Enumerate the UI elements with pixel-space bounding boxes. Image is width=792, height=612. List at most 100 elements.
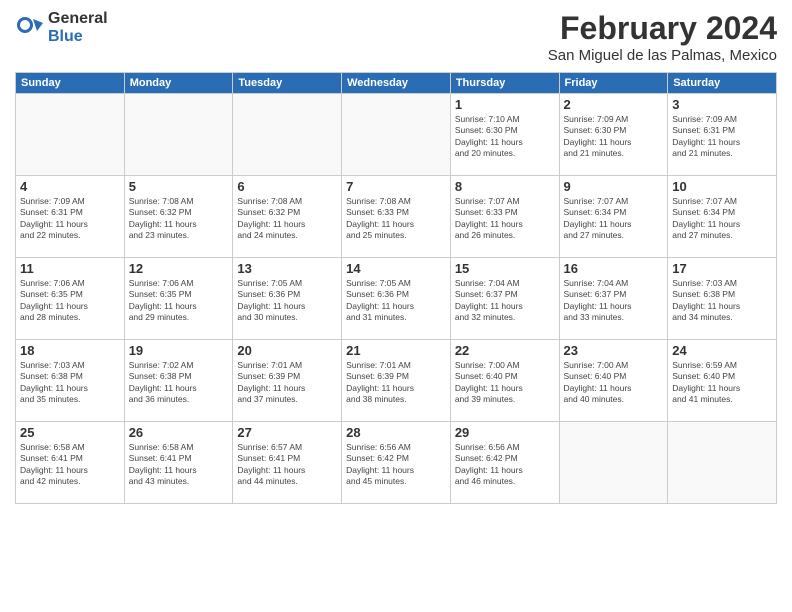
col-header-saturday: Saturday	[668, 73, 777, 94]
day-info: Sunrise: 6:56 AM Sunset: 6:42 PM Dayligh…	[455, 442, 555, 488]
day-info: Sunrise: 6:58 AM Sunset: 6:41 PM Dayligh…	[129, 442, 229, 488]
day-info: Sunrise: 7:09 AM Sunset: 6:31 PM Dayligh…	[20, 196, 120, 242]
day-number: 18	[20, 343, 120, 358]
day-number: 9	[564, 179, 664, 194]
calendar-cell: 12 Sunrise: 7:06 AM Sunset: 6:35 PM Dayli…	[124, 258, 233, 340]
location: San Miguel de las Palmas, Mexico	[548, 47, 777, 64]
day-info: Sunrise: 7:02 AM Sunset: 6:38 PM Dayligh…	[129, 360, 229, 406]
calendar-cell: 15Sunrise: 7:04 AM Sunset: 6:37 PM Dayli…	[450, 258, 559, 340]
day-number: 17	[672, 261, 772, 276]
calendar-cell: 21 Sunrise: 7:01 AM Sunset: 6:39 PM Dayli…	[342, 340, 451, 422]
day-info: Sunrise: 6:56 AM Sunset: 6:42 PM Dayligh…	[346, 442, 446, 488]
title-section: February 2024 San Miguel de las Palmas, …	[548, 10, 777, 64]
day-info: Sunrise: 7:06 AM Sunset: 6:35 PM Dayligh…	[129, 278, 229, 324]
day-number: 19	[129, 343, 229, 358]
calendar-cell: 11 Sunrise: 7:06 AM Sunset: 6:35 PM Dayli…	[16, 258, 125, 340]
calendar-cell	[233, 94, 342, 176]
logo-blue: Blue	[48, 28, 108, 46]
col-header-tuesday: Tuesday	[233, 73, 342, 94]
day-number: 11	[20, 261, 120, 276]
calendar-cell: 20 Sunrise: 7:01 AM Sunset: 6:39 PM Dayli…	[233, 340, 342, 422]
day-number: 25	[20, 425, 120, 440]
col-header-wednesday: Wednesday	[342, 73, 451, 94]
day-info: Sunrise: 7:08 AM Sunset: 6:33 PM Dayligh…	[346, 196, 446, 242]
day-info: Sunrise: 7:06 AM Sunset: 6:35 PM Dayligh…	[20, 278, 120, 324]
day-number: 13	[237, 261, 337, 276]
week-row-4: 25 Sunrise: 6:58 AM Sunset: 6:41 PM Dayli…	[16, 422, 777, 504]
calendar-cell: 24 Sunrise: 6:59 AM Sunset: 6:40 PM Dayli…	[668, 340, 777, 422]
calendar-cell: 23Sunrise: 7:00 AM Sunset: 6:40 PM Dayli…	[559, 340, 668, 422]
day-info: Sunrise: 7:03 AM Sunset: 6:38 PM Dayligh…	[672, 278, 772, 324]
day-number: 16	[564, 261, 664, 276]
day-info: Sunrise: 7:07 AM Sunset: 6:34 PM Dayligh…	[672, 196, 772, 242]
logo-icon	[15, 13, 45, 43]
day-number: 14	[346, 261, 446, 276]
day-number: 27	[237, 425, 337, 440]
calendar-table: SundayMondayTuesdayWednesdayThursdayFrid…	[15, 72, 777, 504]
page: General Blue February 2024 San Miguel de…	[0, 0, 792, 612]
calendar-cell: 28 Sunrise: 6:56 AM Sunset: 6:42 PM Dayli…	[342, 422, 451, 504]
calendar-cell: 14 Sunrise: 7:05 AM Sunset: 6:36 PM Dayli…	[342, 258, 451, 340]
col-header-thursday: Thursday	[450, 73, 559, 94]
calendar-cell: 2 Sunrise: 7:09 AM Sunset: 6:30 PM Daylig…	[559, 94, 668, 176]
calendar-cell: 26 Sunrise: 6:58 AM Sunset: 6:41 PM Dayli…	[124, 422, 233, 504]
day-info: Sunrise: 7:00 AM Sunset: 6:40 PM Dayligh…	[564, 360, 664, 406]
day-number: 15	[455, 261, 555, 276]
calendar-cell: 27 Sunrise: 6:57 AM Sunset: 6:41 PM Dayli…	[233, 422, 342, 504]
calendar-cell: 25 Sunrise: 6:58 AM Sunset: 6:41 PM Dayli…	[16, 422, 125, 504]
day-number: 21	[346, 343, 446, 358]
calendar-cell: 13 Sunrise: 7:05 AM Sunset: 6:36 PM Dayli…	[233, 258, 342, 340]
calendar-cell: 8Sunrise: 7:07 AM Sunset: 6:33 PM Daylig…	[450, 176, 559, 258]
day-number: 29	[455, 425, 555, 440]
logo-text: General Blue	[48, 10, 108, 45]
day-number: 24	[672, 343, 772, 358]
day-info: Sunrise: 7:07 AM Sunset: 6:34 PM Dayligh…	[564, 196, 664, 242]
day-info: Sunrise: 6:59 AM Sunset: 6:40 PM Dayligh…	[672, 360, 772, 406]
day-number: 6	[237, 179, 337, 194]
calendar-cell: 5Sunrise: 7:08 AM Sunset: 6:32 PM Daylig…	[124, 176, 233, 258]
day-number: 8	[455, 179, 555, 194]
col-header-monday: Monday	[124, 73, 233, 94]
calendar-cell: 18Sunrise: 7:03 AM Sunset: 6:38 PM Dayli…	[16, 340, 125, 422]
logo: General Blue	[15, 10, 108, 45]
calendar-cell: 16Sunrise: 7:04 AM Sunset: 6:37 PM Dayli…	[559, 258, 668, 340]
calendar-cell	[342, 94, 451, 176]
day-info: Sunrise: 7:00 AM Sunset: 6:40 PM Dayligh…	[455, 360, 555, 406]
logo-general: General	[48, 10, 108, 28]
day-info: Sunrise: 7:09 AM Sunset: 6:30 PM Dayligh…	[564, 114, 664, 160]
day-number: 12	[129, 261, 229, 276]
calendar-cell	[559, 422, 668, 504]
header: General Blue February 2024 San Miguel de…	[15, 10, 777, 64]
calendar-cell	[16, 94, 125, 176]
week-row-2: 11 Sunrise: 7:06 AM Sunset: 6:35 PM Dayli…	[16, 258, 777, 340]
week-row-0: 1Sunrise: 7:10 AM Sunset: 6:30 PM Daylig…	[16, 94, 777, 176]
calendar-cell: 17 Sunrise: 7:03 AM Sunset: 6:38 PM Dayli…	[668, 258, 777, 340]
day-info: Sunrise: 7:05 AM Sunset: 6:36 PM Dayligh…	[346, 278, 446, 324]
day-number: 2	[564, 97, 664, 112]
day-info: Sunrise: 7:01 AM Sunset: 6:39 PM Dayligh…	[237, 360, 337, 406]
calendar-header-row: SundayMondayTuesdayWednesdayThursdayFrid…	[16, 73, 777, 94]
calendar-cell: 6 Sunrise: 7:08 AM Sunset: 6:32 PM Daylig…	[233, 176, 342, 258]
day-number: 28	[346, 425, 446, 440]
day-info: Sunrise: 6:58 AM Sunset: 6:41 PM Dayligh…	[20, 442, 120, 488]
day-info: Sunrise: 7:08 AM Sunset: 6:32 PM Dayligh…	[129, 196, 229, 242]
day-number: 7	[346, 179, 446, 194]
day-number: 22	[455, 343, 555, 358]
day-info: Sunrise: 7:01 AM Sunset: 6:39 PM Dayligh…	[346, 360, 446, 406]
col-header-sunday: Sunday	[16, 73, 125, 94]
day-info: Sunrise: 6:57 AM Sunset: 6:41 PM Dayligh…	[237, 442, 337, 488]
calendar-cell	[124, 94, 233, 176]
calendar-cell: 1Sunrise: 7:10 AM Sunset: 6:30 PM Daylig…	[450, 94, 559, 176]
calendar-cell: 29 Sunrise: 6:56 AM Sunset: 6:42 PM Dayli…	[450, 422, 559, 504]
week-row-3: 18Sunrise: 7:03 AM Sunset: 6:38 PM Dayli…	[16, 340, 777, 422]
day-info: Sunrise: 7:08 AM Sunset: 6:32 PM Dayligh…	[237, 196, 337, 242]
calendar-cell: 3Sunrise: 7:09 AM Sunset: 6:31 PM Daylig…	[668, 94, 777, 176]
calendar-cell	[668, 422, 777, 504]
day-info: Sunrise: 7:09 AM Sunset: 6:31 PM Dayligh…	[672, 114, 772, 160]
calendar-cell: 7 Sunrise: 7:08 AM Sunset: 6:33 PM Daylig…	[342, 176, 451, 258]
calendar-cell: 22 Sunrise: 7:00 AM Sunset: 6:40 PM Dayli…	[450, 340, 559, 422]
day-number: 20	[237, 343, 337, 358]
day-number: 10	[672, 179, 772, 194]
day-info: Sunrise: 7:05 AM Sunset: 6:36 PM Dayligh…	[237, 278, 337, 324]
day-number: 26	[129, 425, 229, 440]
